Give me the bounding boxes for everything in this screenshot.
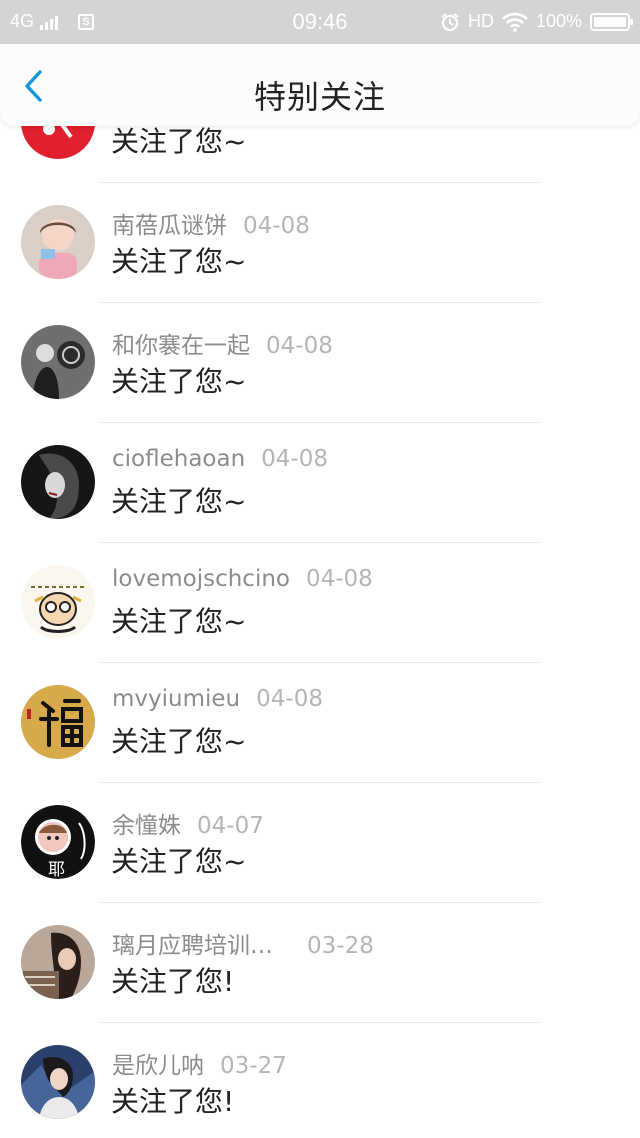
follow-message: 关注了您~	[111, 725, 247, 758]
list-item[interactable]: 南蓓瓜谜饼 04-08 关注了您~	[0, 183, 640, 303]
follow-message: 关注了您~	[111, 605, 247, 638]
avatar[interactable]: 耶	[21, 805, 95, 879]
item-meta: 是欣儿呐 03-27	[112, 1046, 287, 1080]
follow-message: 关注了您!	[111, 1085, 235, 1118]
battery-percent: 100%	[535, 11, 582, 31]
user-name[interactable]: 南蓓瓜谜饼	[112, 213, 227, 239]
user-name[interactable]: 是欣儿呐	[112, 1053, 204, 1079]
list-item[interactable]: 关注了您~	[0, 125, 640, 183]
nav-bar: 特别关注	[0, 44, 640, 126]
user-name[interactable]: 余憧姝	[112, 813, 181, 839]
follow-date: 04-07	[197, 813, 264, 839]
follow-list: 关注了您~ 南蓓瓜谜饼 04-08 关注了您~ 和你褰在一起 04-08 关注了您~…	[0, 125, 640, 1138]
avatar[interactable]	[21, 685, 95, 759]
avatar[interactable]	[21, 125, 95, 159]
list-item[interactable]: 是欣儿呐 03-27 关注了您!	[0, 1023, 640, 1138]
follow-date: 04-08	[266, 333, 333, 359]
status-right: HD 100%	[440, 11, 633, 32]
item-meta: lovemojschcino 04-08	[112, 566, 373, 592]
alarm-icon	[441, 12, 459, 31]
follow-message: 关注了您~	[111, 125, 247, 158]
item-meta: 和你褰在一起 04-08	[112, 326, 333, 360]
user-name[interactable]: mvyiumieu	[112, 686, 240, 712]
follow-message: 关注了您~	[111, 485, 247, 518]
list-item[interactable]: 和你褰在一起 04-08 关注了您~	[0, 303, 640, 423]
battery-icon	[590, 12, 633, 31]
list-item[interactable]: 耶 余憧姝 04-07 关注了您~	[0, 783, 640, 903]
hd-indicator: HD	[467, 11, 494, 31]
status-bar: 4G S 09:46 HD 100%	[0, 0, 640, 44]
avatar[interactable]	[21, 925, 95, 999]
list-item[interactable]: cioflehaoan 04-08 关注了您~	[0, 423, 640, 543]
item-meta: 璃月应聘培训… 03-28	[112, 926, 374, 960]
follow-message: 关注了您!	[111, 965, 235, 998]
follow-date: 03-27	[220, 1053, 287, 1079]
avatar[interactable]	[21, 565, 95, 639]
follow-message: 关注了您~	[111, 845, 247, 878]
user-name[interactable]: 璃月应聘培训…	[112, 933, 273, 959]
follow-message: 关注了您~	[111, 365, 247, 398]
list-item[interactable]: 璃月应聘培训… 03-28 关注了您!	[0, 903, 640, 1023]
follow-date: 04-08	[256, 686, 323, 712]
user-name[interactable]: 和你褰在一起	[112, 333, 250, 359]
item-meta: cioflehaoan 04-08	[112, 446, 328, 472]
page-title: 特别关注	[253, 78, 386, 116]
wifi-icon	[502, 12, 528, 32]
user-name[interactable]: cioflehaoan	[112, 446, 245, 472]
follow-date: 04-08	[261, 446, 329, 472]
user-name[interactable]: lovemojschcino	[112, 566, 290, 592]
follow-date: 04-08	[305, 566, 373, 592]
list-item[interactable]: mvyiumieu 04-08 关注了您~	[0, 663, 640, 783]
item-meta: 余憧姝 04-07	[112, 806, 264, 840]
avatar[interactable]	[21, 325, 95, 399]
list-item[interactable]: lovemojschcino 04-08 关注了您~	[0, 543, 640, 663]
avatar[interactable]	[21, 205, 95, 279]
item-meta: 南蓓瓜谜饼 04-08	[112, 206, 310, 240]
avatar-badge: 耶	[48, 860, 65, 879]
avatar[interactable]	[21, 445, 95, 519]
follow-date: 03-28	[307, 933, 374, 959]
avatar[interactable]	[21, 1045, 95, 1119]
follow-message: 关注了您~	[111, 245, 247, 278]
item-meta: mvyiumieu 04-08	[112, 686, 323, 712]
follow-date: 04-08	[243, 213, 310, 239]
